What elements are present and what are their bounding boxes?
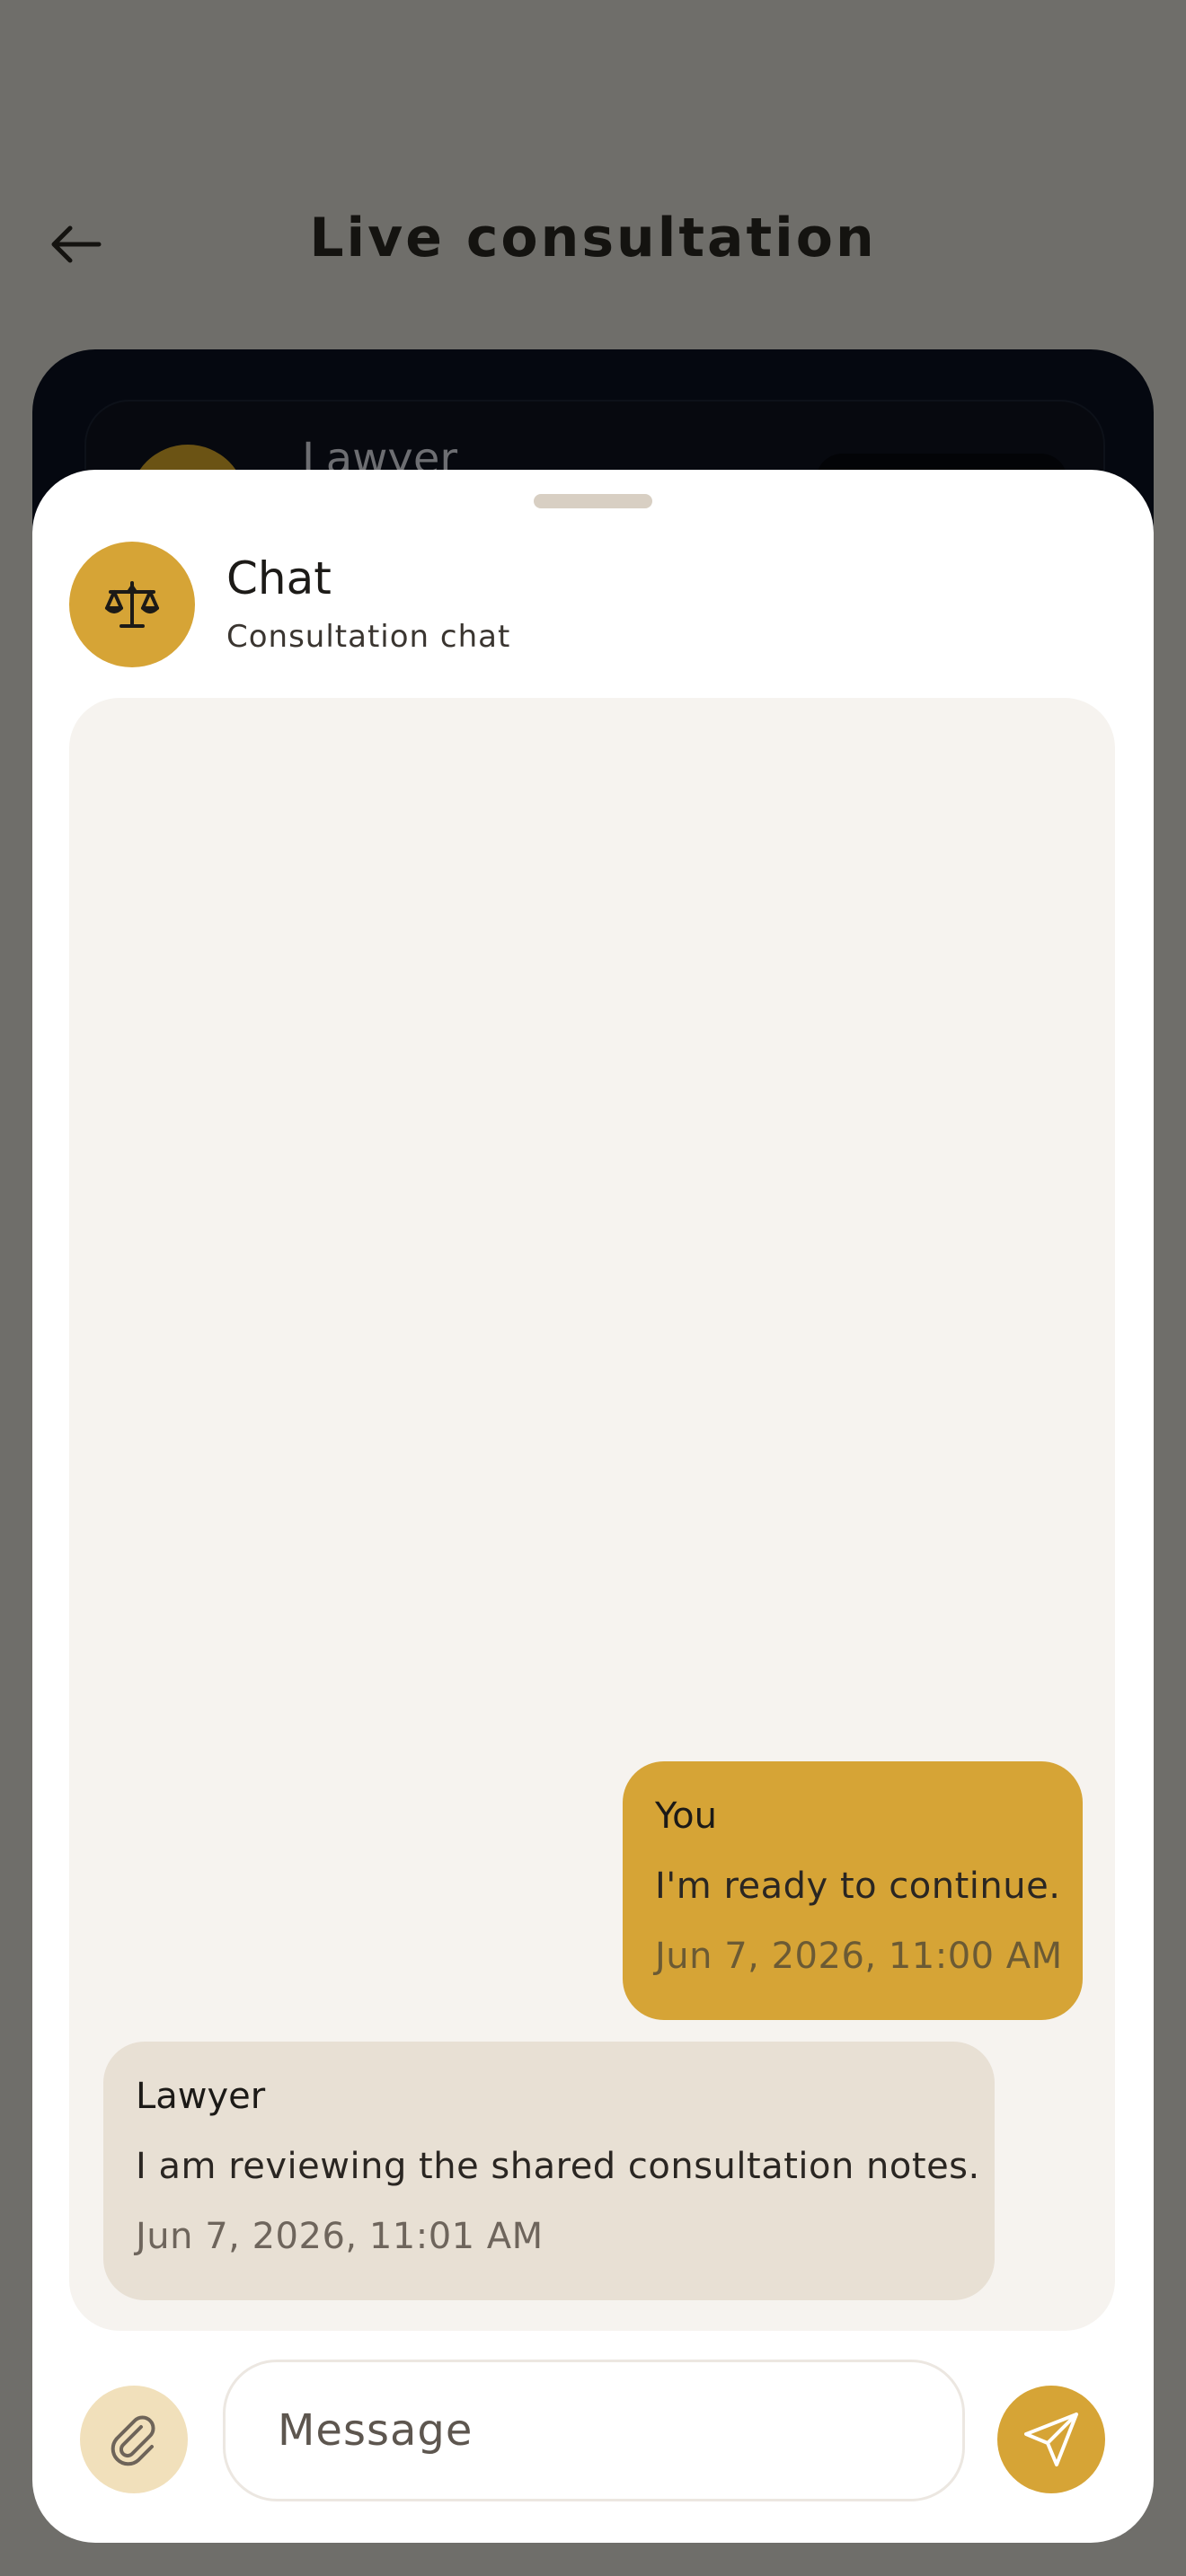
scales-of-justice-icon (105, 581, 159, 628)
chat-sheet: Chat Consultation chat You I'm ready to … (32, 470, 1154, 2543)
message-timestamp: Jun 7, 2026, 11:00 AM (655, 1936, 1063, 1977)
sheet-drag-handle[interactable] (534, 494, 652, 508)
message-bubble-incoming: Lawyer I am reviewing the shared consult… (103, 2042, 995, 2300)
send-icon (1024, 2413, 1078, 2466)
page-title: Live consultation (309, 207, 877, 269)
message-list[interactable]: You I'm ready to continue. Jun 7, 2026, … (69, 698, 1115, 2331)
top-bar: Live consultation (0, 0, 1186, 350)
message-text: I'm ready to continue. (655, 1866, 1061, 1907)
send-button[interactable] (997, 2386, 1105, 2493)
message-sender: You (655, 1795, 717, 1837)
message-timestamp: Jun 7, 2026, 11:01 AM (136, 2216, 544, 2257)
message-bubble-outgoing: You I'm ready to continue. Jun 7, 2026, … (623, 1761, 1083, 2020)
message-input[interactable] (223, 2360, 965, 2501)
attach-button[interactable] (80, 2386, 188, 2493)
message-sender: Lawyer (136, 2076, 266, 2117)
chat-subtitle: Consultation chat (226, 619, 511, 655)
message-text: I am reviewing the shared consultation n… (136, 2146, 980, 2187)
chat-avatar (69, 542, 195, 667)
paperclip-icon (111, 2415, 155, 2466)
chat-title: Chat (226, 552, 332, 604)
